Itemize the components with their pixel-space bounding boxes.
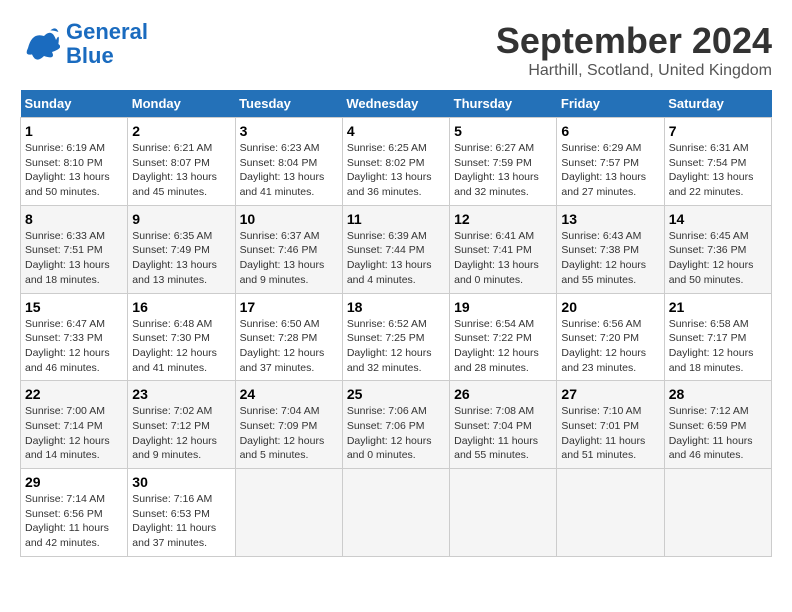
calendar-body: 1Sunrise: 6:19 AMSunset: 8:10 PMDaylight… (21, 118, 772, 557)
calendar-cell-12: 12Sunrise: 6:41 AMSunset: 7:41 PMDayligh… (450, 205, 557, 293)
calendar-cell-empty-4-4 (450, 469, 557, 557)
calendar-week-1: 8Sunrise: 6:33 AMSunset: 7:51 PMDaylight… (21, 205, 772, 293)
calendar-cell-19: 19Sunrise: 6:54 AMSunset: 7:22 PMDayligh… (450, 293, 557, 381)
calendar-week-3: 22Sunrise: 7:00 AMSunset: 7:14 PMDayligh… (21, 381, 772, 469)
calendar-header-tuesday: Tuesday (235, 90, 342, 118)
calendar-cell-empty-4-3 (342, 469, 449, 557)
calendar-cell-6: 6Sunrise: 6:29 AMSunset: 7:57 PMDaylight… (557, 118, 664, 206)
calendar-week-2: 15Sunrise: 6:47 AMSunset: 7:33 PMDayligh… (21, 293, 772, 381)
calendar-cell-9: 9Sunrise: 6:35 AMSunset: 7:49 PMDaylight… (128, 205, 235, 293)
calendar-cell-10: 10Sunrise: 6:37 AMSunset: 7:46 PMDayligh… (235, 205, 342, 293)
calendar-cell-2: 2Sunrise: 6:21 AMSunset: 8:07 PMDaylight… (128, 118, 235, 206)
calendar-header-row: SundayMondayTuesdayWednesdayThursdayFrid… (21, 90, 772, 118)
calendar-header-wednesday: Wednesday (342, 90, 449, 118)
calendar-cell-1: 1Sunrise: 6:19 AMSunset: 8:10 PMDaylight… (21, 118, 128, 206)
calendar-cell-30: 30Sunrise: 7:16 AMSunset: 6:53 PMDayligh… (128, 469, 235, 557)
calendar-cell-17: 17Sunrise: 6:50 AMSunset: 7:28 PMDayligh… (235, 293, 342, 381)
calendar-header-monday: Monday (128, 90, 235, 118)
calendar-cell-8: 8Sunrise: 6:33 AMSunset: 7:51 PMDaylight… (21, 205, 128, 293)
calendar-week-0: 1Sunrise: 6:19 AMSunset: 8:10 PMDaylight… (21, 118, 772, 206)
calendar-cell-14: 14Sunrise: 6:45 AMSunset: 7:36 PMDayligh… (664, 205, 771, 293)
calendar-cell-28: 28Sunrise: 7:12 AMSunset: 6:59 PMDayligh… (664, 381, 771, 469)
calendar-cell-3: 3Sunrise: 6:23 AMSunset: 8:04 PMDaylight… (235, 118, 342, 206)
calendar-cell-26: 26Sunrise: 7:08 AMSunset: 7:04 PMDayligh… (450, 381, 557, 469)
calendar-cell-empty-4-6 (664, 469, 771, 557)
calendar-cell-13: 13Sunrise: 6:43 AMSunset: 7:38 PMDayligh… (557, 205, 664, 293)
header: GeneralBlue September 2024 Harthill, Sco… (20, 20, 772, 80)
calendar-cell-4: 4Sunrise: 6:25 AMSunset: 8:02 PMDaylight… (342, 118, 449, 206)
calendar-cell-25: 25Sunrise: 7:06 AMSunset: 7:06 PMDayligh… (342, 381, 449, 469)
calendar-cell-24: 24Sunrise: 7:04 AMSunset: 7:09 PMDayligh… (235, 381, 342, 469)
calendar-header-thursday: Thursday (450, 90, 557, 118)
calendar-header-saturday: Saturday (664, 90, 771, 118)
calendar-table: SundayMondayTuesdayWednesdayThursdayFrid… (20, 90, 772, 557)
logo-line1: General (66, 19, 148, 44)
calendar-cell-empty-4-2 (235, 469, 342, 557)
calendar-cell-16: 16Sunrise: 6:48 AMSunset: 7:30 PMDayligh… (128, 293, 235, 381)
calendar-cell-29: 29Sunrise: 7:14 AMSunset: 6:56 PMDayligh… (21, 469, 128, 557)
calendar-cell-5: 5Sunrise: 6:27 AMSunset: 7:59 PMDaylight… (450, 118, 557, 206)
calendar-cell-20: 20Sunrise: 6:56 AMSunset: 7:20 PMDayligh… (557, 293, 664, 381)
page-title: September 2024 (496, 20, 772, 62)
logo: GeneralBlue (20, 20, 148, 68)
title-block: September 2024 Harthill, Scotland, Unite… (496, 20, 772, 80)
calendar-header-sunday: Sunday (21, 90, 128, 118)
calendar-cell-22: 22Sunrise: 7:00 AMSunset: 7:14 PMDayligh… (21, 381, 128, 469)
logo-bird-icon (20, 24, 60, 64)
logo-text: GeneralBlue (66, 20, 148, 68)
calendar-week-4: 29Sunrise: 7:14 AMSunset: 6:56 PMDayligh… (21, 469, 772, 557)
page-subtitle: Harthill, Scotland, United Kingdom (496, 62, 772, 80)
calendar-cell-27: 27Sunrise: 7:10 AMSunset: 7:01 PMDayligh… (557, 381, 664, 469)
logo-line2: Blue (66, 43, 114, 68)
calendar-cell-7: 7Sunrise: 6:31 AMSunset: 7:54 PMDaylight… (664, 118, 771, 206)
calendar-cell-empty-4-5 (557, 469, 664, 557)
calendar-cell-23: 23Sunrise: 7:02 AMSunset: 7:12 PMDayligh… (128, 381, 235, 469)
calendar-cell-18: 18Sunrise: 6:52 AMSunset: 7:25 PMDayligh… (342, 293, 449, 381)
calendar-cell-15: 15Sunrise: 6:47 AMSunset: 7:33 PMDayligh… (21, 293, 128, 381)
calendar-cell-11: 11Sunrise: 6:39 AMSunset: 7:44 PMDayligh… (342, 205, 449, 293)
calendar-header-friday: Friday (557, 90, 664, 118)
calendar-cell-21: 21Sunrise: 6:58 AMSunset: 7:17 PMDayligh… (664, 293, 771, 381)
